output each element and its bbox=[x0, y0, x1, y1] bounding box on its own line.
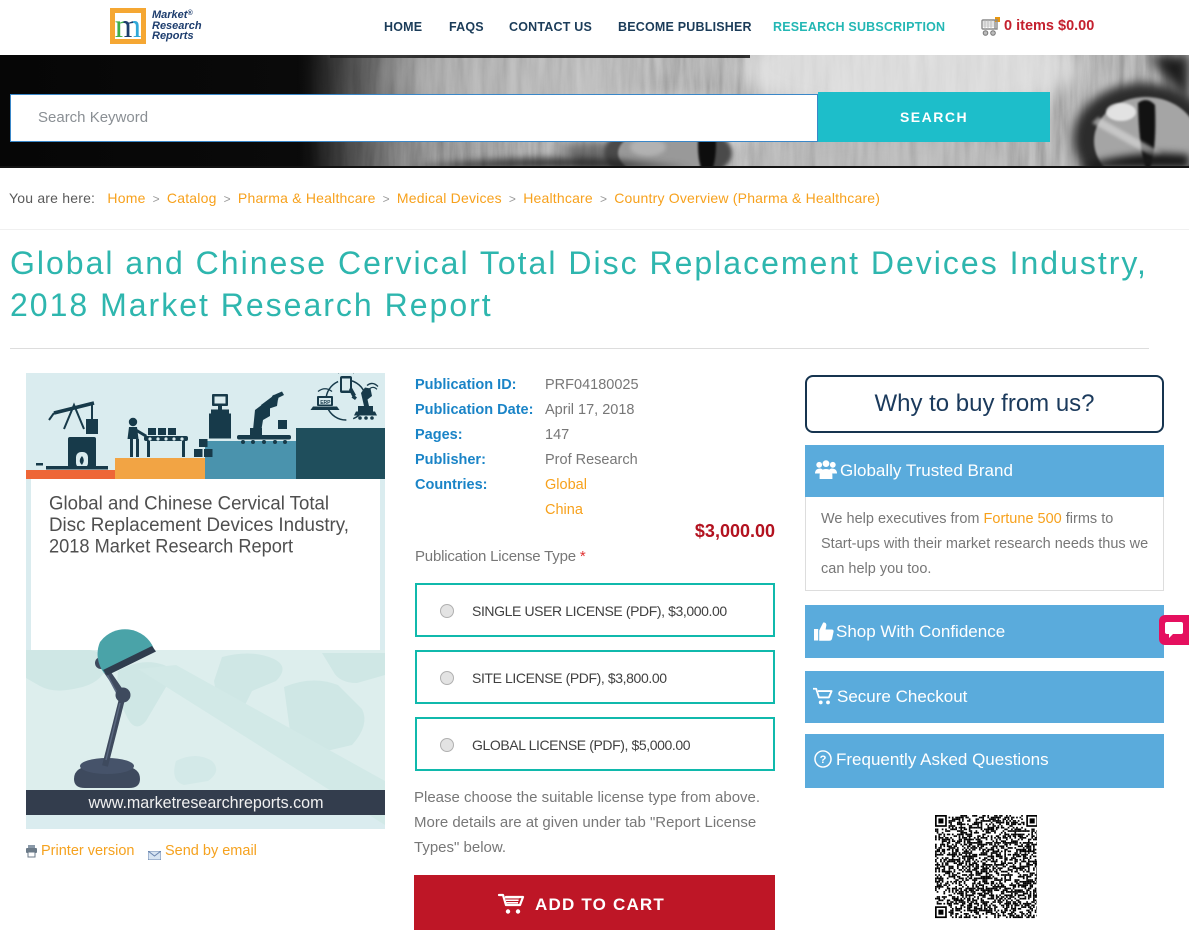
svg-text:www.marketresearchreports.com: www.marketresearchreports.com bbox=[88, 793, 324, 812]
svg-text:Global and Chinese Cervical To: Global and Chinese Cervical Total bbox=[49, 494, 329, 515]
svg-text:ERP: ERP bbox=[320, 400, 331, 406]
svg-text:Disc Replacement Devices Indus: Disc Replacement Devices Industry, bbox=[49, 515, 349, 536]
svg-text:2018 Market Research Report: 2018 Market Research Report bbox=[49, 537, 294, 558]
svg-text:?: ? bbox=[820, 754, 827, 766]
